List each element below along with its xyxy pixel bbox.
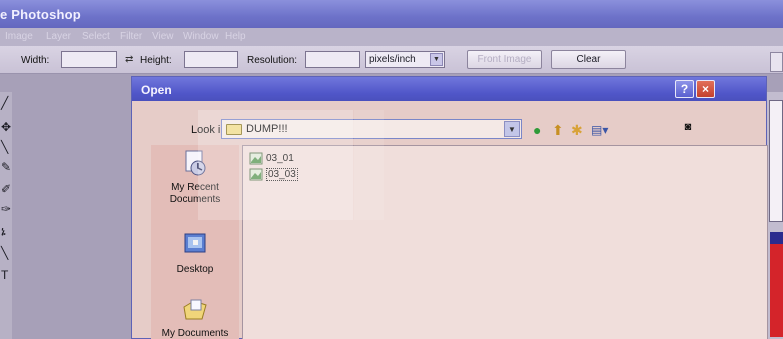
image-file-icon [249, 152, 263, 165]
place-label: My Documents [161, 328, 229, 339]
clone-tool-icon[interactable]: ✐ [1, 182, 11, 196]
place-desktop[interactable]: Desktop [151, 231, 239, 276]
app-titlebar: e Photoshop [0, 0, 783, 28]
menu-layer[interactable]: Layer [46, 31, 71, 42]
lasso-tool-icon[interactable]: ╲ [1, 140, 8, 154]
place-recent-documents[interactable]: My Recent Documents [151, 149, 239, 206]
app-title: e Photoshop [0, 7, 81, 22]
pencil-tool-icon[interactable]: ✎ [1, 160, 11, 174]
resolution-units-select[interactable]: pixels/inch ▼ [365, 51, 445, 68]
place-label: Desktop [176, 264, 214, 275]
front-image-button[interactable]: Front Image [467, 50, 542, 69]
height-label: Height: [140, 55, 172, 66]
open-dialog: Open ? × Look in: DUMP!!! ▼ ● ⬆ ✱ ▤▾ ◙ M… [131, 76, 768, 339]
move-tool-icon[interactable]: ✥ [1, 120, 11, 134]
my-documents-icon [183, 299, 207, 320]
places-bar: My Recent Documents Desktop My Documents [151, 145, 239, 339]
place-my-documents[interactable]: My Documents [151, 295, 239, 339]
width-label: Width: [21, 55, 50, 66]
resolution-input[interactable] [305, 51, 360, 68]
height-input[interactable] [184, 51, 238, 68]
blur-tool-icon[interactable]: ኔ [1, 224, 6, 239]
help-button[interactable]: ? [675, 80, 694, 98]
resolution-units-value: pixels/inch [369, 54, 416, 65]
menubar: Image Layer Select Filter View Window He… [0, 28, 783, 46]
views-menu-icon[interactable]: ▤▾ [591, 123, 615, 138]
image-file-icon [249, 168, 263, 181]
menu-view[interactable]: View [152, 31, 174, 42]
desktop-icon [184, 233, 206, 253]
up-folder-icon[interactable]: ⬆ [552, 122, 564, 139]
brush-tool-icon[interactable]: ╱ [1, 96, 8, 110]
chevron-down-icon: ▼ [504, 121, 520, 137]
menu-image[interactable]: Image [5, 31, 33, 42]
back-icon[interactable]: ● [533, 122, 541, 138]
camera-icon[interactable]: ◙ [681, 121, 695, 135]
file-name: 03_03 [266, 168, 298, 181]
folder-icon [226, 124, 242, 135]
eraser-tool-icon[interactable]: ✑ [1, 202, 11, 216]
menu-filter[interactable]: Filter [120, 31, 142, 42]
close-button[interactable]: × [696, 80, 715, 98]
menu-window[interactable]: Window [183, 31, 219, 42]
menu-select[interactable]: Select [82, 31, 110, 42]
file-item[interactable]: 03_03 [249, 168, 298, 183]
palette-well-icon[interactable] [770, 52, 783, 72]
file-item[interactable]: 03_01 [249, 152, 294, 167]
smudge-tool-icon[interactable]: ╲ [1, 246, 8, 260]
dialog-title: Open [141, 83, 172, 97]
file-name: 03_01 [266, 153, 294, 164]
type-tool-icon[interactable]: T [1, 268, 8, 282]
file-list[interactable]: 03_01 03_03 [242, 145, 768, 339]
clear-button[interactable]: Clear [551, 50, 626, 69]
options-bar: Width: ⇄ Height: Resolution: pixels/inch… [0, 46, 783, 74]
width-input[interactable] [61, 51, 117, 68]
new-folder-icon[interactable]: ✱ [571, 122, 583, 139]
swatches-panel[interactable] [770, 232, 783, 337]
place-label: My Recent Documents [169, 182, 221, 205]
navigator-panel[interactable] [769, 100, 783, 222]
menu-help[interactable]: Help [225, 31, 246, 42]
look-in-select[interactable]: DUMP!!! ▼ [221, 119, 522, 139]
resolution-label: Resolution: [247, 55, 298, 66]
look-in-value: DUMP!!! [246, 123, 288, 135]
recent-documents-icon [185, 150, 206, 176]
chevron-down-icon: ▼ [430, 53, 443, 66]
right-palette-panel [767, 92, 783, 339]
toolbox: ╱ ✥ ╲ ✎ ✐ ✑ ኔ ╲ T [0, 92, 12, 339]
swap-dimensions-icon[interactable]: ⇄ [125, 54, 133, 65]
dialog-titlebar[interactable]: Open ? × [132, 77, 766, 101]
